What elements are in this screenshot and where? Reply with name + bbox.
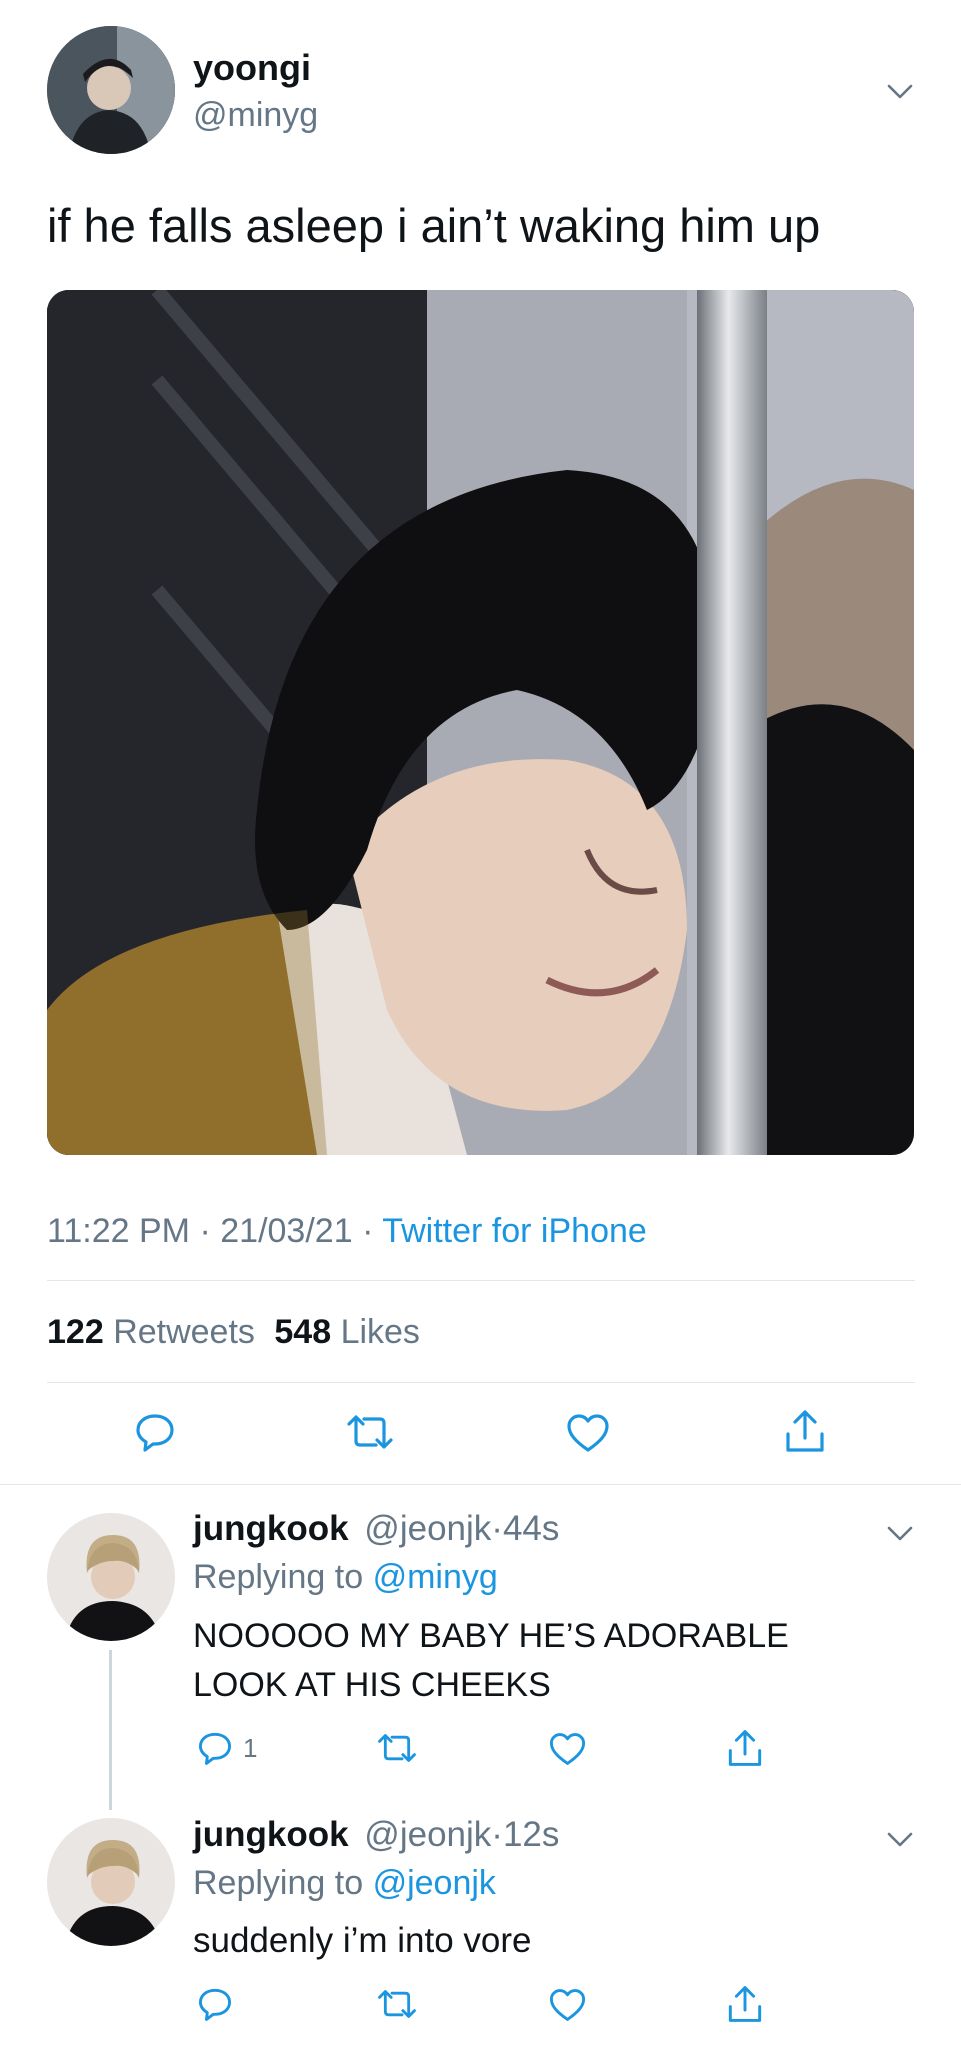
tweet-stats: 122 Retweets 548 Likes — [47, 1311, 420, 1353]
reply-action-bar: 1 — [193, 1728, 893, 1772]
like-button[interactable] — [548, 1987, 587, 2023]
retweets-count: 122 — [47, 1313, 104, 1351]
replying-prefix: Replying to — [193, 1558, 364, 1596]
heart-outline-icon — [565, 1412, 611, 1454]
tweet-date: 21/03/21 — [220, 1212, 353, 1250]
like-button[interactable] — [548, 1731, 587, 1767]
reply-author-name[interactable]: jungkook — [193, 1815, 349, 1854]
share-upload-icon — [783, 1408, 827, 1454]
share-button[interactable] — [726, 1984, 764, 2024]
likes-label: Likes — [340, 1313, 420, 1351]
tweet-image[interactable] — [47, 290, 914, 1155]
reply-button[interactable] — [197, 1986, 233, 2022]
reply-text: NOOOOO MY BABY HE’S ADORABLE LOOK AT HIS… — [193, 1612, 789, 1710]
reply-button[interactable] — [134, 1411, 176, 1453]
reply-time: 44s — [502, 1509, 560, 1548]
chevron-down-icon[interactable] — [885, 1824, 915, 1854]
share-upload-icon — [726, 1728, 764, 1768]
share-button[interactable] — [726, 1728, 764, 1768]
heart-outline-icon — [548, 1987, 587, 2023]
reply-button[interactable] — [197, 1730, 233, 1766]
retweet-button[interactable] — [346, 1411, 394, 1453]
reply-header: jungkook @jeonjk·44s — [193, 1507, 559, 1551]
chevron-down-icon[interactable] — [885, 1518, 915, 1548]
author-handle[interactable]: @minyg — [193, 94, 318, 136]
reply-text-line: LOOK AT HIS CHEEKS — [193, 1666, 551, 1704]
retweet-button[interactable] — [377, 1986, 417, 2022]
tweet-time: 11:22 PM — [47, 1212, 191, 1250]
speech-bubble-icon — [134, 1411, 176, 1453]
replying-to: Replying to @jeonjk — [193, 1861, 496, 1905]
meta-separator: · — [491, 1509, 503, 1548]
tweet-meta: 11:22 PM · 21/03/21 · Twitter for iPhone — [47, 1210, 647, 1252]
retweet-button[interactable] — [377, 1730, 417, 1766]
tweet-text: if he falls asleep i ain’t waking him up — [47, 199, 821, 252]
like-button[interactable] — [565, 1412, 611, 1454]
reply-avatar[interactable] — [47, 1513, 175, 1641]
likes-count: 548 — [274, 1313, 332, 1351]
meta-separator: · — [199, 1212, 211, 1250]
likes-stat[interactable]: 548 Likes — [274, 1313, 420, 1351]
meta-separator-2: · — [362, 1212, 374, 1250]
divider — [0, 1484, 961, 1485]
share-button[interactable] — [783, 1408, 827, 1454]
reply-author-name[interactable]: jungkook — [193, 1509, 349, 1548]
reply-count: 1 — [243, 1733, 258, 1763]
divider — [47, 1280, 915, 1281]
replying-prefix: Replying to — [193, 1864, 364, 1902]
tweet-source-link[interactable]: Twitter for iPhone — [382, 1212, 647, 1250]
reply-author-handle[interactable]: @jeonjk — [364, 1815, 491, 1854]
reply-header: jungkook @jeonjk·12s — [193, 1813, 559, 1857]
reply-thread-line — [109, 1650, 112, 1810]
reply-time: 12s — [502, 1815, 560, 1854]
speech-bubble-icon — [197, 1986, 233, 2022]
meta-separator: · — [491, 1815, 503, 1854]
replying-to: Replying to @minyg — [193, 1555, 498, 1599]
author-name[interactable]: yoongi — [193, 46, 311, 90]
retweet-arrows-icon — [377, 1730, 417, 1766]
retweets-stat[interactable]: 122 Retweets — [47, 1313, 264, 1351]
replying-to-link[interactable]: @minyg — [373, 1558, 498, 1596]
author-avatar[interactable] — [47, 26, 175, 154]
replying-to-link[interactable]: @jeonjk — [373, 1864, 496, 1902]
reply-text-line: NOOOOO MY BABY HE’S ADORABLE — [193, 1617, 789, 1655]
reply-action-bar — [193, 1984, 893, 2028]
heart-outline-icon — [548, 1731, 587, 1767]
divider — [47, 1382, 915, 1383]
reply-avatar[interactable] — [47, 1818, 175, 1946]
retweet-arrows-icon — [346, 1411, 394, 1453]
chevron-down-icon[interactable] — [885, 76, 915, 106]
reply-author-handle[interactable]: @jeonjk — [364, 1509, 491, 1548]
retweet-arrows-icon — [377, 1986, 417, 2022]
speech-bubble-icon — [197, 1730, 233, 1766]
retweets-label: Retweets — [113, 1313, 255, 1351]
reply-text: suddenly i’m into vore — [193, 1921, 532, 1960]
share-upload-icon — [726, 1984, 764, 2024]
